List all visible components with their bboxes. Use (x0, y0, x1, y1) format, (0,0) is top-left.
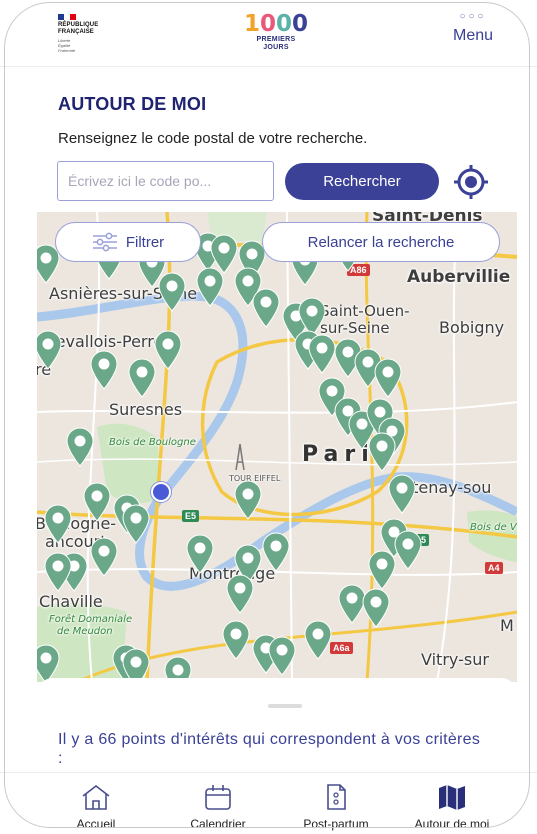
map-label-m: M (500, 616, 514, 635)
map-pin-icon[interactable] (195, 267, 225, 307)
tab-calendrier[interactable]: Calendrier (163, 779, 273, 834)
brand-digit-4: 0 (292, 11, 309, 37)
crosshair-icon (454, 165, 488, 199)
map-label-bobigny: Bobigny (439, 318, 505, 337)
map-pin-icon[interactable] (393, 530, 423, 570)
map-pin-icon[interactable] (65, 427, 95, 467)
dots-icon: ○○○ (459, 11, 487, 22)
map-pin-icon[interactable] (361, 588, 391, 628)
results-sheet[interactable]: Il y a 66 points d'intérêts qui correspo… (37, 678, 517, 773)
menu-button[interactable]: ○○○ Menu (448, 12, 498, 45)
filter-button[interactable]: Filtrer (55, 222, 201, 262)
map-pin-icon[interactable] (43, 504, 73, 544)
road-shield-e5: E5 (182, 510, 200, 522)
map-view[interactable]: Saint-Denis Aubervillie Asnières-sur-Sei… (37, 212, 517, 682)
user-location-marker (151, 482, 171, 502)
header: RÉPUBLIQUE FRANÇAISE Liberté Égalité Fra… (0, 0, 537, 67)
map-pin-icon[interactable] (221, 620, 251, 660)
tab-label-post-partum: Post-partum (303, 817, 369, 831)
road-shield-a6a: A6a (330, 642, 353, 654)
map-label-levallois: Levallois-Perret (47, 332, 170, 351)
sliders-icon (92, 232, 117, 252)
map-pin-icon[interactable] (367, 432, 397, 472)
motto-fraternite: Fraternité (58, 48, 76, 53)
app-screen: RÉPUBLIQUE FRANÇAISE Liberté Égalité Fra… (0, 0, 537, 834)
brand-logo[interactable]: 1 0 0 0 PREMIERS JOURS (244, 10, 308, 52)
document-icon (327, 784, 346, 810)
map-pin-icon[interactable] (157, 272, 187, 312)
map-pin-icon[interactable] (121, 504, 151, 544)
map-pin-icon[interactable] (251, 288, 281, 328)
map-pin-icon[interactable] (89, 537, 119, 577)
tab-accueil[interactable]: Accueil (41, 779, 151, 834)
tab-label-calendrier: Calendrier (190, 817, 246, 831)
map-label-chaville: Chaville (39, 592, 103, 611)
map-pin-icon[interactable] (37, 644, 61, 682)
tab-label-accueil: Accueil (76, 817, 116, 831)
map-label-bois-vincennes: Bois de V (470, 522, 517, 533)
brand-line2: JOURS (263, 44, 289, 51)
relaunch-search-button[interactable]: Relancer la recherche (262, 222, 500, 262)
map-pin-icon[interactable] (82, 482, 112, 522)
brand-line1: PREMIERS (256, 36, 296, 43)
search-button[interactable]: Rechercher (285, 163, 439, 200)
map-pin-icon[interactable] (89, 350, 119, 390)
tab-autour-de-moi[interactable]: Autour de moi (397, 779, 507, 834)
map-pin-icon[interactable] (43, 552, 73, 592)
map-pin-icon[interactable] (267, 636, 297, 676)
republique-francaise-logo: RÉPUBLIQUE FRANÇAISE Liberté Égalité Fra… (58, 14, 118, 53)
map-pin-icon[interactable] (127, 358, 157, 398)
map-pin-icon[interactable] (373, 358, 403, 398)
menu-label: Menu (452, 27, 494, 44)
map-label-foret-2: de Meudon (57, 626, 113, 637)
brand-number: 1 0 0 0 (244, 10, 308, 36)
instruction-text: Renseignez le code postal de votre reche… (58, 130, 368, 147)
map-pin-icon[interactable] (303, 620, 333, 660)
tab-post-partum[interactable]: Post-partum (281, 779, 391, 834)
postal-code-input[interactable] (57, 161, 274, 201)
calendar-icon (205, 785, 231, 810)
republic-line2: FRANÇAISE (58, 29, 94, 35)
map-label-bois-boulogne: Bois de Boulogne (109, 437, 196, 448)
locate-button[interactable] (450, 164, 492, 200)
road-shield-a4: A4 (485, 562, 503, 574)
map-label-suresnes: Suresnes (109, 400, 183, 419)
brand-digit-3: 0 (276, 11, 293, 37)
tab-label-autour-de-moi: Autour de moi (414, 817, 490, 831)
map-pin-icon[interactable] (387, 474, 417, 514)
brand-digit-2: 0 (259, 11, 276, 37)
republic-line1: RÉPUBLIQUE (58, 22, 99, 28)
page-title: AUTOUR DE MOI (58, 94, 207, 114)
map-pin-icon[interactable] (225, 574, 255, 614)
bottom-tab-bar: Accueil Calendrier Post-partum Autour de… (0, 772, 537, 834)
home-icon (82, 784, 110, 810)
results-summary: Il y a 66 points d'intérêts qui correspo… (58, 731, 481, 767)
map-pin-icon[interactable] (261, 532, 291, 572)
map-label-aubervilliers: Aubervillie (407, 267, 511, 287)
map-label-vitry: Vitry-sur (421, 650, 489, 669)
map-pin-icon[interactable] (37, 330, 63, 370)
map-pin-icon[interactable] (185, 534, 215, 574)
republic-motto: Liberté Égalité Fraternité (58, 38, 118, 53)
map-pin-icon[interactable] (153, 330, 183, 370)
french-flag-icon (58, 14, 76, 20)
brand-digit-1: 1 (243, 11, 260, 37)
sheet-drag-handle[interactable] (268, 704, 302, 708)
map-label-saint-ouen: Saint-Ouen- (320, 302, 410, 320)
filter-label: Filtrer (125, 233, 165, 251)
map-pin-icon[interactable] (121, 648, 151, 682)
map-pin-icon[interactable] (233, 480, 263, 520)
map-icon (439, 785, 465, 810)
map-label-foret-1: Forêt Domaniale (49, 614, 133, 625)
map-pin-icon[interactable] (367, 550, 397, 590)
